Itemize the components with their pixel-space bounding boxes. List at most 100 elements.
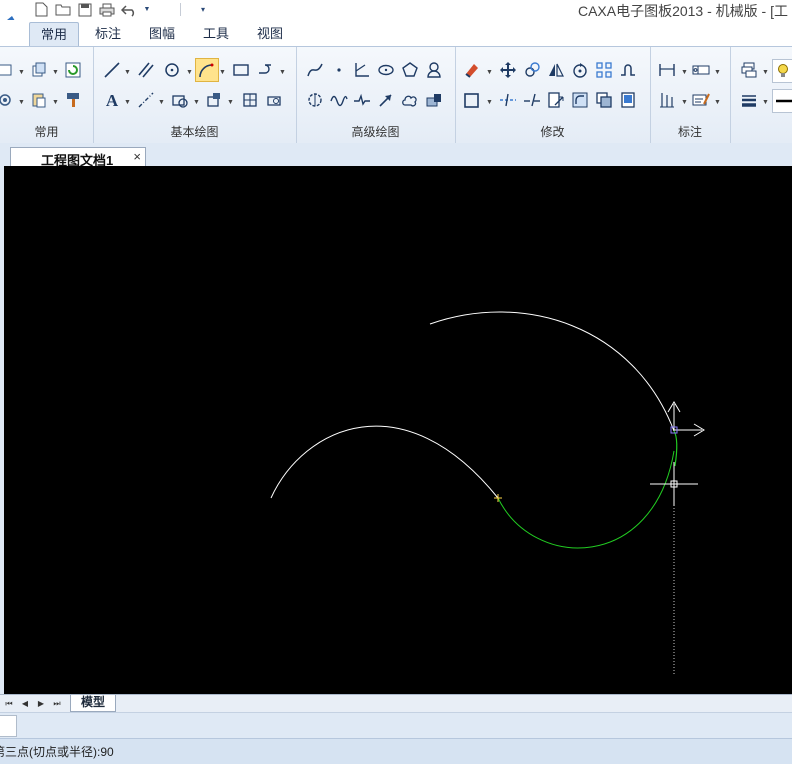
array-icon[interactable] [593, 59, 615, 81]
coordinate-dimension-icon[interactable] [656, 89, 678, 111]
solid-fill-icon[interactable] [423, 89, 445, 111]
point-icon[interactable] [328, 59, 350, 81]
circle-icon[interactable] [161, 59, 183, 81]
line-icon[interactable] [101, 59, 123, 81]
user-symbol-icon[interactable] [423, 59, 445, 81]
chevron-down-icon[interactable]: ▼ [762, 99, 769, 106]
first-layout-icon[interactable]: ⏮ [2, 697, 16, 710]
layer-icon[interactable] [0, 89, 16, 111]
scale-icon[interactable] [545, 89, 567, 111]
chevron-down-icon[interactable]: ▼ [279, 69, 286, 76]
cloud-line-icon[interactable] [399, 89, 421, 111]
rectangle-icon[interactable] [230, 59, 252, 81]
parallel-line-icon[interactable] [135, 59, 157, 81]
chevron-down-icon[interactable]: ▼ [681, 99, 688, 106]
undo-dropdown-icon[interactable]: ▼ [138, 1, 156, 18]
polyline-icon[interactable] [255, 59, 277, 81]
break-icon[interactable] [521, 89, 543, 111]
ellipse-icon[interactable] [375, 59, 397, 81]
copy-rotate-icon[interactable] [521, 59, 543, 81]
chevron-down-icon[interactable]: ▼ [227, 99, 234, 106]
explode-icon[interactable] [593, 89, 615, 111]
stretch-icon[interactable] [617, 59, 639, 81]
hatch-icon[interactable] [203, 89, 225, 111]
chevron-down-icon[interactable]: ▼ [52, 69, 59, 76]
close-icon[interactable]: × [133, 149, 141, 164]
chevron-down-icon[interactable]: ▼ [193, 99, 200, 106]
chevron-down-icon[interactable]: ▼ [52, 99, 59, 106]
undo-icon[interactable] [120, 1, 138, 18]
polygon-icon[interactable] [399, 59, 421, 81]
tab-common[interactable]: 常用 [29, 22, 79, 47]
layer-properties-icon[interactable] [738, 59, 760, 81]
linear-dimension-icon[interactable] [656, 59, 678, 81]
gear-profile-icon[interactable] [304, 89, 326, 111]
save-icon[interactable] [76, 1, 94, 18]
tab-annotate[interactable]: 标注 [86, 22, 130, 46]
table-icon[interactable] [239, 89, 261, 111]
tab-view[interactable]: 视图 [248, 22, 292, 46]
chevron-down-icon[interactable]: ▼ [681, 69, 688, 76]
new-file-icon[interactable] [32, 1, 50, 18]
chevron-down-icon[interactable]: ▼ [714, 99, 721, 106]
group-modify: ▼ ▼ 修改 [455, 47, 651, 143]
document-tab-strip: 工程图文档1 × [0, 143, 792, 168]
new-drawing-icon[interactable] [0, 59, 16, 81]
rotate-icon[interactable] [569, 59, 591, 81]
tab-tools[interactable]: 工具 [194, 22, 238, 46]
drawing-canvas[interactable] [4, 166, 792, 694]
tab-sheet[interactable]: 图幅 [140, 22, 184, 46]
refresh-icon[interactable] [62, 59, 84, 81]
image-icon[interactable] [263, 89, 285, 111]
extend-icon[interactable] [497, 89, 519, 111]
break-line-icon[interactable] [351, 89, 373, 111]
mirror-icon[interactable] [545, 59, 567, 81]
fillet-icon[interactable] [569, 89, 591, 111]
arc-icon[interactable] [195, 58, 219, 82]
chevron-down-icon[interactable]: ▼ [762, 69, 769, 76]
spline-icon[interactable] [304, 59, 326, 81]
group-label-annotate: 标注 [677, 125, 702, 139]
customize-dropdown-icon[interactable]: ▾ [194, 1, 212, 18]
copy-properties-icon[interactable] [28, 59, 50, 81]
last-layout-icon[interactable]: ⏭ [50, 697, 64, 710]
next-layout-icon[interactable]: ▶ [34, 697, 48, 710]
arrow-icon[interactable] [375, 89, 397, 111]
tab-model[interactable]: 模型 [70, 695, 116, 712]
document-tab[interactable]: 工程图文档1 × [10, 147, 146, 168]
block-insert-icon[interactable] [169, 89, 191, 111]
chevron-down-icon[interactable]: ▼ [18, 69, 25, 76]
tolerance-icon[interactable] [690, 59, 712, 81]
chevron-down-icon[interactable]: ▼ [158, 99, 165, 106]
line-type-selector[interactable] [772, 89, 792, 113]
chevron-down-icon[interactable]: ▼ [186, 69, 193, 76]
open-folder-icon[interactable] [54, 1, 72, 18]
wave-line-icon[interactable] [328, 89, 350, 111]
angle-line-icon[interactable] [351, 59, 373, 81]
delete-eraser-icon[interactable] [461, 59, 483, 81]
print-icon[interactable] [98, 1, 116, 18]
chevron-down-icon[interactable]: ▼ [486, 69, 493, 76]
command-area [0, 712, 792, 739]
centerline-icon[interactable] [135, 89, 157, 111]
line-weight-icon[interactable] [738, 89, 760, 111]
text-icon[interactable]: A [101, 89, 123, 111]
command-input[interactable] [0, 715, 17, 737]
chevron-down-icon[interactable]: ▼ [714, 69, 721, 76]
move-icon[interactable] [497, 59, 519, 81]
text-note-icon[interactable] [690, 89, 712, 111]
lightbulb-icon[interactable] [772, 59, 792, 83]
arc-dropdown-icon[interactable]: ▼ [219, 69, 226, 76]
properties-icon[interactable] [617, 89, 639, 111]
chevron-down-icon[interactable]: ▼ [18, 99, 25, 106]
trim-icon[interactable] [461, 89, 483, 111]
group-label-modify: 修改 [540, 125, 565, 139]
status-bar: 第三点(切点或半径):90 [0, 738, 792, 764]
prev-layout-icon[interactable]: ◀ [18, 697, 32, 710]
chevron-down-icon[interactable]: ▼ [124, 99, 131, 106]
chevron-down-icon[interactable]: ▼ [124, 69, 131, 76]
chevron-down-icon[interactable]: ▼ [486, 99, 493, 106]
paste-icon[interactable] [28, 89, 50, 111]
title-bar: ▼ ▾ CAXA电子图板2013 - 机械版 - [工 [0, 0, 792, 20]
format-painter-icon[interactable] [62, 89, 84, 111]
